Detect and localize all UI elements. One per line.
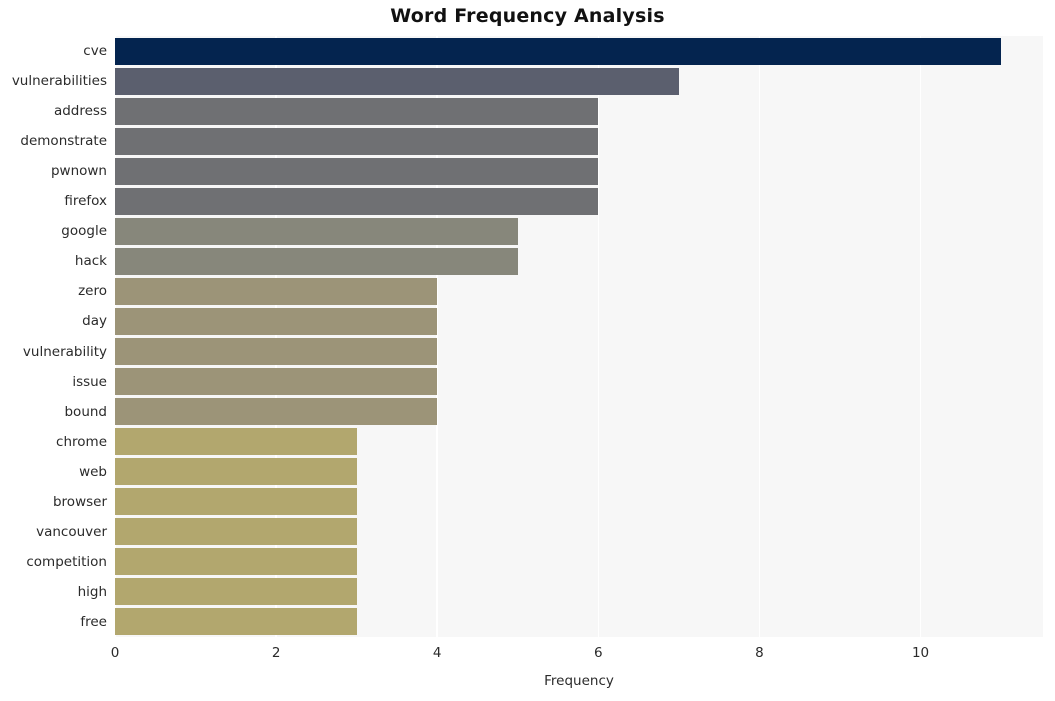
y-tick-label-high: high [77, 583, 107, 600]
y-tick-label-google: google [61, 223, 107, 240]
y-tick-label-free: free [80, 613, 107, 630]
gridline-x-0 [115, 36, 116, 637]
bar-browser[interactable] [115, 488, 357, 516]
gridline-x-4 [436, 36, 439, 637]
y-tick-label-chrome: chrome [56, 433, 107, 450]
chart-figure: Word Frequency Analysis cve vulnerabiliti… [0, 0, 1055, 701]
y-tick-label-bound: bound [64, 403, 107, 420]
plot-area [115, 36, 1043, 637]
bar-day[interactable] [115, 307, 438, 335]
y-tick-label-address: address [53, 103, 107, 120]
y-tick-label-day: day [82, 313, 107, 330]
bar-issue[interactable] [115, 368, 438, 396]
bar-zero[interactable] [115, 277, 438, 305]
bar-google[interactable] [115, 217, 518, 245]
bar-competition[interactable] [115, 548, 357, 576]
y-tick-label-zero: zero [78, 283, 107, 300]
bar-address[interactable] [115, 97, 599, 125]
bar-firefox[interactable] [115, 187, 599, 215]
bar-demonstrate[interactable] [115, 127, 599, 155]
gridline-x-6 [597, 36, 600, 637]
bar-bound[interactable] [115, 398, 438, 426]
x-axis-title: Frequency [544, 673, 614, 689]
y-tick-label-browser: browser [52, 493, 107, 510]
x-tick-label-0: 0 [110, 645, 120, 661]
y-axis: cve vulnerabilities address demonstrate pwno… [0, 36, 107, 637]
gridline-x-8 [758, 36, 761, 637]
y-tick-label-pwnown: pwnown [50, 163, 107, 180]
y-tick-label-cve: cve [83, 43, 107, 60]
x-tick-label-10: 10 [911, 645, 930, 661]
y-tick-label-vulnerability: vulnerability [22, 343, 107, 360]
bar-free[interactable] [115, 608, 357, 636]
x-tick-label-2: 2 [271, 645, 281, 661]
y-tick-label-competition: competition [26, 553, 107, 570]
bar-web[interactable] [115, 458, 357, 486]
x-axis-ticks: 0 2 4 6 8 10 [0, 645, 1055, 667]
bar-cve[interactable] [115, 37, 1002, 65]
bar-high[interactable] [115, 578, 357, 606]
x-tick-label-4: 4 [432, 645, 442, 661]
x-tick-label-8: 8 [755, 645, 764, 661]
bar-pwnown[interactable] [115, 157, 599, 185]
gridline-x-2 [275, 36, 277, 637]
y-tick-label-vulnerabilities: vulnerabilities [11, 73, 107, 90]
y-tick-label-web: web [79, 463, 107, 480]
y-tick-label-firefox: firefox [64, 193, 107, 210]
y-tick-label-hack: hack [74, 253, 107, 270]
bar-vulnerabilities[interactable] [115, 67, 679, 95]
gridline-x-10 [919, 36, 922, 637]
y-tick-label-demonstrate: demonstrate [20, 133, 107, 150]
x-tick-label-6: 6 [594, 645, 603, 661]
bar-chrome[interactable] [115, 428, 357, 456]
bar-vulnerability[interactable] [115, 338, 438, 366]
bar-vancouver[interactable] [115, 518, 357, 546]
y-tick-label-vancouver: vancouver [36, 523, 107, 540]
bar-hack[interactable] [115, 247, 518, 275]
y-tick-label-issue: issue [72, 373, 107, 390]
page-title: Word Frequency Analysis [390, 5, 665, 27]
